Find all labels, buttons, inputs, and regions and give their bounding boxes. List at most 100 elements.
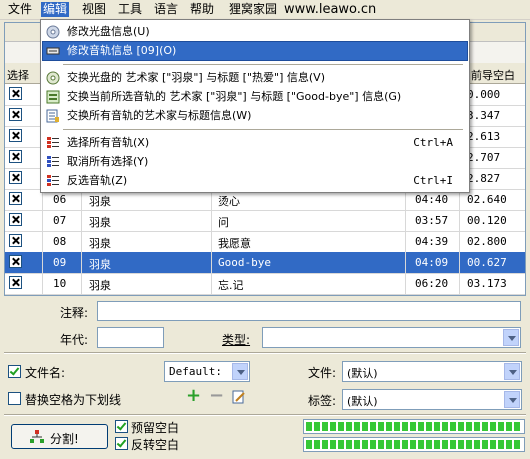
tag-select-value: (默认) [347,395,378,408]
select-all-icon [47,137,59,148]
cell-title: 烫心 [218,195,240,208]
menu-separator [63,129,463,130]
cell-time: 04:40 [415,193,449,206]
menu-item-label: 取消所有选择(Y) [67,155,149,168]
cell-artist: 羽泉 [89,216,111,229]
menu-item-edit-track[interactable]: 修改音轨信息 [09](O) [42,41,468,61]
row-checkbox[interactable] [9,150,22,163]
year-field[interactable] [97,327,164,348]
chevron-down-icon[interactable] [504,391,520,408]
row-checkbox[interactable] [9,108,22,121]
cell-gap: 2.827 [467,172,501,185]
chevron-down-icon[interactable] [504,363,520,380]
cell-gap: 2.613 [467,130,501,143]
header-select[interactable]: 选择 [7,67,29,83]
filename-checkbox[interactable] [8,365,21,378]
menu-item-label: 交换当前所选音轨的 艺术家 ["羽泉"] 与标题 ["Good-bye"] 信息… [67,90,402,103]
cell-artist: 羽泉 [89,237,111,250]
menu-file[interactable]: 文件 [6,2,34,17]
menu-help[interactable]: 帮助 [188,2,216,17]
cell-artist: 羽泉 [89,258,111,271]
chevron-down-icon[interactable] [232,363,248,380]
menu-language[interactable]: 语言 [152,2,180,17]
row-checkbox[interactable] [9,87,22,100]
row-checkbox[interactable] [9,192,22,205]
cell-time: 03:57 [415,214,449,227]
row-checkbox[interactable] [9,234,22,247]
menu-edit[interactable]: 编辑 [41,2,70,17]
menu-item-label: 交换所有音轨的艺术家与标题信息(W) [67,109,252,122]
table-row[interactable]: 07 羽泉 问 03:57 00.120 [5,210,525,232]
menu-view[interactable]: 视图 [80,2,108,17]
genre-label[interactable]: 类型: [222,331,250,348]
row-checkbox[interactable] [9,255,22,268]
edit-pencil-icon[interactable] [232,390,246,404]
file-select[interactable]: (默认) [342,361,522,382]
filename-label: 文件名: [25,366,66,380]
cell-num: 08 [53,235,67,248]
track-icon [46,47,60,55]
header-blank[interactable]: 前导空白 [471,67,515,83]
menu-item-invert-selection[interactable]: 反选音轨(Z) Ctrl+I [43,172,467,190]
progress-bar-track [303,419,525,434]
reverse-blank-label: 反转空白 [131,438,180,452]
row-checkbox[interactable] [9,276,22,289]
genre-select[interactable] [262,327,521,348]
edit-dropdown-menu: 修改光盘信息(U) 修改音轨信息 [09](O) 交换光盘的 艺术家 ["羽泉"… [40,19,470,193]
progress-bar-fill [306,440,522,449]
remove-icon[interactable]: − [209,387,224,405]
divider [4,414,526,416]
cell-time: 04:09 [415,256,449,269]
tag-label: 标签: [308,394,337,408]
row-checkbox[interactable] [9,213,22,226]
table-row[interactable]: 10 羽泉 忘.记 06:20 03.173 [5,273,525,295]
split-button-label: 分割! [50,432,79,446]
table-row[interactable]: 08 羽泉 我愿意 04:39 02.800 [5,231,525,253]
comment-field[interactable] [97,301,521,321]
cell-gap: 02.640 [467,193,507,206]
add-icon[interactable]: + [186,387,201,405]
comment-label: 注释: [60,306,89,320]
menu-item-edit-disc[interactable]: 修改光盘信息(U) [43,23,467,41]
site-link[interactable]: www.leawo.cn [282,2,378,17]
cell-gap: 0.000 [467,88,501,101]
split-icon [30,430,44,443]
cell-title: 忘.记 [218,279,244,292]
row-checkbox[interactable] [9,171,22,184]
file-select-value: (默认) [347,367,378,380]
menu-item-label: 修改光盘信息(U) [67,25,150,38]
cell-gap: 00.627 [467,256,507,269]
cell-num: 07 [53,214,67,227]
replace-space-checkbox[interactable] [8,392,21,405]
cell-title: Good-bye [218,256,271,269]
menu-item-label: 反选音轨(Z) [67,174,128,187]
cell-time: 06:20 [415,277,449,290]
cell-artist: 羽泉 [89,195,111,208]
cell-gap: 03.173 [467,277,507,290]
progress-bar-fill [306,422,522,431]
menu-item-select-all[interactable]: 选择所有音轨(X) Ctrl+A [43,134,467,152]
divider [4,352,526,354]
split-button[interactable]: 分割! [11,424,108,449]
menu-item-swap-disc[interactable]: 交换光盘的 艺术家 ["羽泉"] 与标题 ["热爱"] 信息(V) [43,69,467,87]
menu-tools[interactable]: 工具 [116,2,144,17]
swap-all-icon [46,109,59,123]
cell-title: 问 [218,216,229,229]
reverse-blank-checkbox[interactable] [115,437,128,450]
menu-bar: 文件 编辑 视图 工具 语言 帮助 狸窝家园 www.leawo.cn [0,0,530,20]
menu-item-swap-track[interactable]: 交换当前所选音轨的 艺术家 ["羽泉"] 与标题 ["Good-bye"] 信息… [43,88,467,106]
menu-item-shortcut: Ctrl+I [413,174,453,187]
cell-artist: 羽泉 [89,279,111,292]
progress-bar-total [303,437,525,452]
tag-select[interactable]: (默认) [342,389,522,410]
keep-blank-label: 预留空白 [131,421,180,435]
row-checkbox[interactable] [9,129,22,142]
chevron-down-icon[interactable] [503,329,519,346]
keep-blank-checkbox[interactable] [115,420,128,433]
menu-item-label: 选择所有音轨(X) [67,136,150,149]
filename-format-select[interactable]: Default: [164,361,250,382]
table-row[interactable]: 09 羽泉 Good-bye 04:09 00.627 [5,252,525,274]
menu-item-deselect-all[interactable]: 取消所有选择(Y) [43,153,467,171]
menu-leawo-home[interactable]: 狸窝家园 [227,2,279,17]
menu-item-swap-all[interactable]: 交换所有音轨的艺术家与标题信息(W) [43,107,467,125]
